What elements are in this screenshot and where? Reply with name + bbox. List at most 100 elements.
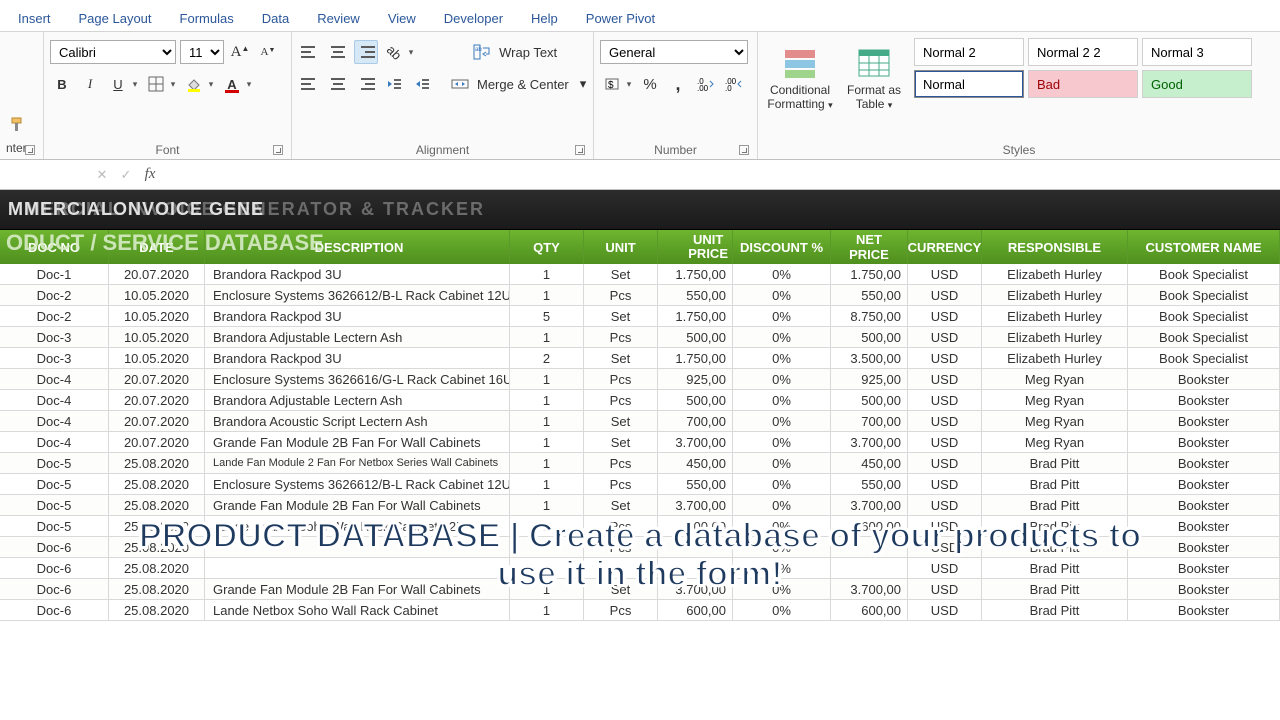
cell-qty[interactable]: 1	[510, 495, 584, 515]
cell-date[interactable]: 25.08.2020	[109, 579, 205, 599]
cell-date[interactable]: 25.08.2020	[109, 516, 205, 536]
table-row[interactable]: Doc-525.08.2020Enclosure Systems 3626612…	[0, 474, 1280, 495]
cell-doc[interactable]: Doc-5	[0, 516, 109, 536]
font-dialog-launcher[interactable]	[273, 145, 283, 155]
cell-desc[interactable]: Lande Fan Module 2 Fan For Netbox Series…	[205, 453, 510, 473]
cell-date[interactable]: 20.07.2020	[109, 432, 205, 452]
align-bottom-button[interactable]	[354, 40, 378, 64]
data-grid[interactable]: Doc-120.07.2020Brandora Rackpod 3U1Set1.…	[0, 264, 1280, 621]
cell-style-good[interactable]: Good	[1142, 70, 1252, 98]
cell-unit[interactable]: Pcs	[584, 327, 658, 347]
cell-cur[interactable]: USD	[908, 306, 982, 326]
column-header[interactable]: NET PRICE	[831, 230, 908, 264]
increase-font-size-button[interactable]: A▲	[228, 40, 252, 64]
cell-uprice[interactable]: 3.700,00	[658, 432, 733, 452]
cell-unit[interactable]: Set	[584, 264, 658, 284]
cell-net[interactable]: 550,00	[831, 285, 908, 305]
decrease-font-size-button[interactable]: A▼	[256, 40, 280, 64]
cell-disc[interactable]: 0%	[733, 516, 831, 536]
table-row[interactable]: Doc-625.08.2020Lande Netbox Soho Wall Ra…	[0, 600, 1280, 621]
cell-resp[interactable]: Brad Pitt	[982, 495, 1128, 515]
cell-uprice[interactable]: 1.750,00	[658, 348, 733, 368]
cell-cur[interactable]: USD	[908, 474, 982, 494]
tab-view[interactable]: View	[374, 5, 430, 34]
cell-resp[interactable]: Meg Ryan	[982, 432, 1128, 452]
cell-cust[interactable]: Bookster	[1128, 453, 1280, 473]
cell-qty[interactable]: 1	[510, 411, 584, 431]
cell-date[interactable]: 20.07.2020	[109, 411, 205, 431]
borders-button[interactable]	[144, 72, 168, 96]
table-row[interactable]: Doc-625.08.20200%USDBrad PittBookster	[0, 558, 1280, 579]
cell-qty[interactable]	[510, 537, 584, 557]
cell-desc[interactable]: Brandora Rackpod 3U	[205, 306, 510, 326]
cell-disc[interactable]: 0%	[733, 474, 831, 494]
cell-uprice[interactable]: 1.750,00	[658, 264, 733, 284]
align-right-button[interactable]	[354, 72, 378, 96]
cell-net[interactable]: 8.750,00	[831, 306, 908, 326]
cell-date[interactable]: 10.05.2020	[109, 327, 205, 347]
cell-date[interactable]: 25.08.2020	[109, 453, 205, 473]
cell-uprice[interactable]: 925,00	[658, 369, 733, 389]
cell-desc[interactable]: Enclosure Systems 3626612/B-L Rack Cabin…	[205, 474, 510, 494]
cell-net[interactable]: 500,00	[831, 390, 908, 410]
cell-qty[interactable]	[510, 558, 584, 578]
cell-disc[interactable]: 0%	[733, 327, 831, 347]
cancel-formula-button[interactable]: ✕	[90, 163, 114, 187]
cell-doc[interactable]: Doc-5	[0, 474, 109, 494]
cell-resp[interactable]: Elizabeth Hurley	[982, 285, 1128, 305]
cell-unit[interactable]: Pcs	[584, 453, 658, 473]
cell-style-bad[interactable]: Bad	[1028, 70, 1138, 98]
fill-color-dropdown[interactable]: ▾	[206, 79, 216, 90]
cell-resp[interactable]: Elizabeth Hurley	[982, 306, 1128, 326]
cell-resp[interactable]: Meg Ryan	[982, 390, 1128, 410]
cell-doc[interactable]: Doc-3	[0, 327, 109, 347]
cell-cust[interactable]: Book Specialist	[1128, 306, 1280, 326]
cell-cust[interactable]: Bookster	[1128, 516, 1280, 536]
cell-cur[interactable]: USD	[908, 495, 982, 515]
cell-cur[interactable]: USD	[908, 453, 982, 473]
cell-desc[interactable]: Brandora Adjustable Lectern Ash	[205, 390, 510, 410]
cell-cur[interactable]: USD	[908, 285, 982, 305]
cell-cust[interactable]: Bookster	[1128, 432, 1280, 452]
cell-uprice[interactable]	[658, 558, 733, 578]
cell-qty[interactable]: 1	[510, 579, 584, 599]
cell-desc[interactable]: Grande Fan Module 2B Fan For Wall Cabine…	[205, 495, 510, 515]
table-row[interactable]: Doc-420.07.2020Brandora Adjustable Lecte…	[0, 390, 1280, 411]
cell-date[interactable]: 25.08.2020	[109, 474, 205, 494]
font-size-select[interactable]: 11	[180, 40, 224, 64]
decrease-decimal-button[interactable]: .00.0	[722, 72, 746, 96]
format-painter-button[interactable]	[6, 113, 30, 137]
cell-cust[interactable]: Bookster	[1128, 558, 1280, 578]
bold-button[interactable]: B	[50, 72, 74, 96]
cell-desc[interactable]: Brandora Rackpod 3U	[205, 264, 510, 284]
cell-cur[interactable]: USD	[908, 600, 982, 620]
cell-cust[interactable]: Bookster	[1128, 369, 1280, 389]
cell-cur[interactable]: USD	[908, 390, 982, 410]
cell-unit[interactable]	[584, 558, 658, 578]
increase-decimal-button[interactable]: .0.00	[694, 72, 718, 96]
cell-resp[interactable]: Brad Pitt	[982, 453, 1128, 473]
cell-doc[interactable]: Doc-5	[0, 495, 109, 515]
cell-disc[interactable]: 0%	[733, 600, 831, 620]
cell-date[interactable]: 25.08.2020	[109, 600, 205, 620]
conditional-formatting-button[interactable]: Conditional Formatting ▾	[764, 36, 836, 122]
cell-styles-gallery[interactable]: Normal 2Normal 2 2Normal 3NormalBadGood	[912, 36, 1254, 100]
tab-insert[interactable]: Insert	[4, 5, 65, 34]
decrease-indent-button[interactable]	[382, 72, 406, 96]
cell-resp[interactable]: Brad Pitt	[982, 558, 1128, 578]
cell-cust[interactable]: Bookster	[1128, 495, 1280, 515]
cell-net[interactable]	[831, 537, 908, 557]
cell-qty[interactable]: 5	[510, 306, 584, 326]
cell-doc[interactable]: Doc-6	[0, 537, 109, 557]
cell-cur[interactable]: USD	[908, 411, 982, 431]
orientation-dropdown[interactable]: ▾	[406, 47, 416, 58]
table-row[interactable]: Doc-525.08.2020Lande Fan Module 2 Fan Fo…	[0, 453, 1280, 474]
cell-cur[interactable]: USD	[908, 579, 982, 599]
column-header[interactable]: UNIT	[584, 230, 658, 264]
align-middle-button[interactable]	[326, 40, 350, 64]
cell-cust[interactable]: Book Specialist	[1128, 264, 1280, 284]
cell-disc[interactable]: 0%	[733, 369, 831, 389]
cell-net[interactable]: 600,00	[831, 600, 908, 620]
cell-resp[interactable]: Elizabeth Hurley	[982, 264, 1128, 284]
cell-date[interactable]: 25.08.2020	[109, 558, 205, 578]
